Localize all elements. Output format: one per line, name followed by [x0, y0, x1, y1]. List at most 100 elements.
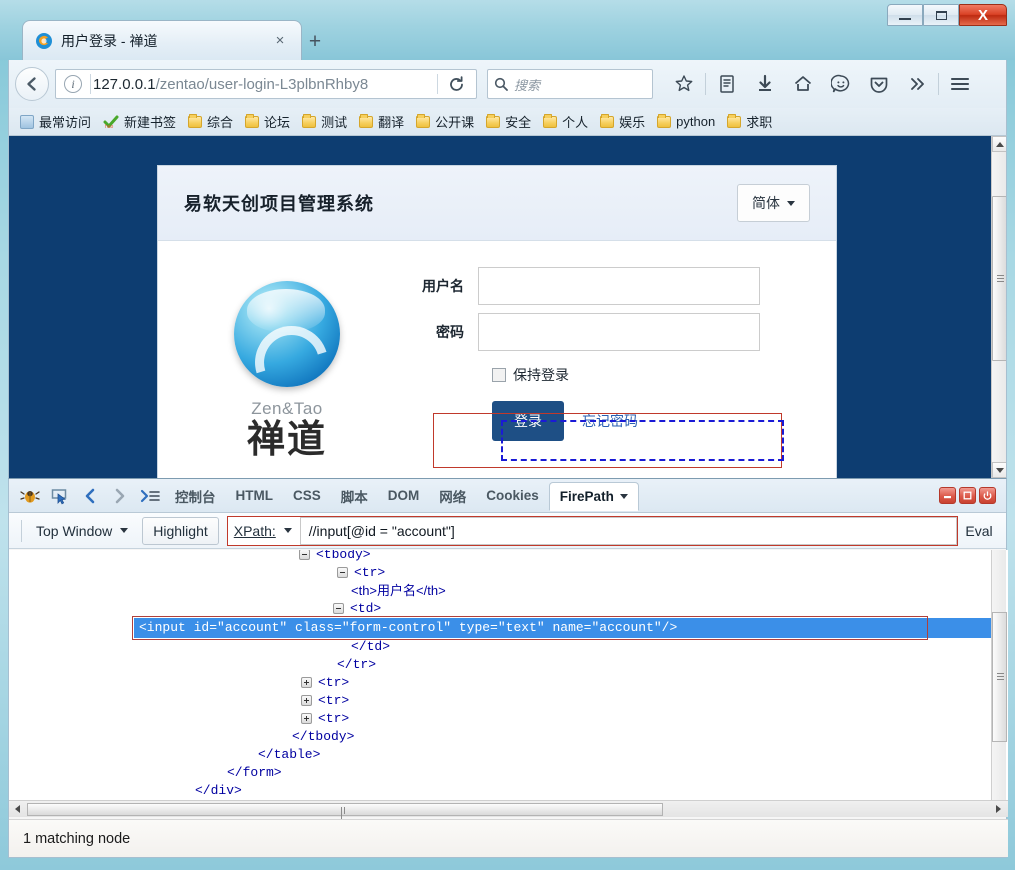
xpath-mode-select[interactable]: XPath: [234, 523, 300, 539]
reload-icon[interactable] [440, 70, 472, 98]
folder-icon [359, 113, 374, 128]
minimize-panel-icon[interactable] [939, 487, 956, 504]
console-prompt-icon[interactable] [135, 482, 165, 510]
new-tab-button[interactable]: + [300, 28, 330, 56]
xpath-expression-group: XPath: //input[@id = "account"] [226, 515, 958, 546]
chevron-down-icon [619, 493, 628, 499]
account-input[interactable] [478, 267, 760, 305]
close-icon[interactable]: × [271, 32, 289, 50]
download-arrow-icon[interactable] [746, 67, 784, 101]
tree-node-tr-3[interactable]: <tr> [301, 692, 349, 710]
language-dropdown[interactable]: 简体 [737, 184, 810, 222]
firebug-bug-icon[interactable] [15, 482, 45, 510]
eval-button[interactable]: Eval [958, 523, 1000, 539]
context-window-select[interactable]: Top Window [28, 523, 136, 539]
bookmark-item-zonghe[interactable]: 综合 [183, 110, 238, 133]
back-button[interactable] [15, 67, 49, 101]
tree-node-tr-close[interactable]: </tr> [337, 656, 376, 674]
tree-node-td-close[interactable]: </td> [351, 638, 390, 656]
tab-network[interactable]: 网络 [429, 480, 476, 512]
tree-node-table-close[interactable]: </table> [258, 746, 320, 764]
bookmark-item-luntan[interactable]: 论坛 [240, 110, 295, 133]
html-tree-view[interactable]: <tbody> <tr> <th>用户名</th> <td> <input id… [9, 550, 1008, 812]
keep-login-checkbox[interactable] [492, 368, 506, 382]
bookmark-item-fanyi[interactable]: 翻译 [354, 110, 409, 133]
page-vertical-scrollbar[interactable] [991, 136, 1006, 478]
password-input[interactable] [478, 313, 760, 351]
tree-node-th[interactable]: <th>用户名</th> [351, 582, 446, 600]
scroll-left-button[interactable] [9, 802, 25, 817]
chevron-double-right-icon[interactable] [898, 67, 936, 101]
reader-list-icon[interactable] [708, 67, 746, 101]
scrollbar-thumb[interactable] [992, 612, 1007, 742]
tab-dom[interactable]: DOM [378, 482, 430, 509]
bookmark-item-most-visited[interactable]: 最常访问 [15, 110, 96, 133]
tab-console[interactable]: 控制台 [165, 480, 226, 512]
maximize-glyph-icon [935, 10, 947, 20]
bookmark-item-new-bookmark[interactable]: hao 新建书签 [98, 110, 181, 133]
bookmark-label: 测试 [321, 115, 348, 130]
tree-vertical-scrollbar[interactable] [991, 550, 1007, 812]
tree-node-tbody-close[interactable]: </tbody> [292, 728, 354, 746]
tree-node-text: <tr> [318, 675, 350, 690]
tree-node-tbody-open[interactable]: <tbody> [299, 550, 371, 564]
scroll-up-button[interactable] [992, 136, 1006, 152]
tree-node-tr-4[interactable]: <tr> [301, 710, 349, 728]
scroll-down-button[interactable] [992, 462, 1006, 478]
tree-node-tr-2[interactable]: <tr> [301, 674, 349, 692]
keep-login-row[interactable]: 保持登录 [492, 365, 806, 385]
bookmark-item-python[interactable]: python [652, 112, 720, 131]
tab-firepath[interactable]: FirePath [548, 481, 639, 511]
tree-node-tr-open[interactable]: <tr> [337, 564, 385, 582]
pocket-icon[interactable] [860, 67, 898, 101]
twisty-collapse-icon[interactable] [333, 603, 344, 615]
inspect-element-icon[interactable] [45, 482, 75, 510]
tab-script[interactable]: 脚本 [331, 480, 378, 512]
navigation-toolbar: i 127.0.0.1/zentao/user-login-L3plbnRhby… [8, 60, 1007, 108]
twisty-expand-icon[interactable] [301, 695, 312, 707]
bookmark-item-ceshi[interactable]: 测试 [297, 110, 352, 133]
selected-node-row[interactable]: <input id="account" class="form-control"… [134, 618, 992, 638]
twisty-expand-icon[interactable] [301, 713, 312, 725]
bookmark-item-qiuzhi[interactable]: 求职 [722, 110, 777, 133]
address-bar[interactable]: i 127.0.0.1/zentao/user-login-L3plbnRhby… [55, 69, 477, 99]
scroll-right-button[interactable] [990, 802, 1006, 817]
twisty-collapse-icon[interactable] [337, 567, 348, 579]
smiley-icon[interactable] [822, 67, 860, 101]
tree-node-div-close[interactable]: </div> [195, 782, 242, 800]
twisty-expand-icon[interactable] [301, 677, 312, 689]
twisty-collapse-icon[interactable] [299, 550, 310, 561]
hscroll-thumb[interactable] [27, 802, 663, 821]
tree-node-td-open[interactable]: <td> [333, 600, 381, 618]
xpath-input[interactable]: //input[@id = "account"] [299, 516, 957, 545]
home-icon[interactable] [784, 67, 822, 101]
search-bar[interactable]: 搜索 [487, 69, 653, 99]
tab-firepath-label: FirePath [559, 488, 614, 504]
url-divider-2 [437, 74, 438, 94]
tree-node-form-close[interactable]: </form> [227, 764, 282, 782]
tab-html[interactable]: HTML [226, 482, 284, 509]
scrollbar-thumb[interactable] [992, 196, 1006, 361]
chevron-down-icon [120, 528, 129, 533]
login-form: 用户名 密码 保持登录 登录 忘记密码 [416, 267, 836, 461]
bookmark-item-gongkaike[interactable]: 公开课 [411, 110, 479, 133]
tab-css[interactable]: CSS [283, 482, 331, 509]
bookmark-item-geren[interactable]: 个人 [538, 110, 593, 133]
nav-back-icon[interactable] [75, 482, 105, 510]
forgot-password-link[interactable]: 忘记密码 [582, 411, 638, 431]
tree-node-text: </tbody> [292, 729, 355, 744]
browser-tab[interactable]: 用户登录 - 禅道 × [22, 20, 302, 60]
bookmark-item-anquan[interactable]: 安全 [481, 110, 536, 133]
highlight-button[interactable]: Highlight [142, 516, 219, 545]
login-button[interactable]: 登录 [492, 401, 564, 441]
bookmark-item-yule[interactable]: 娱乐 [595, 110, 650, 133]
site-info-icon[interactable]: i [64, 75, 82, 93]
detach-panel-icon[interactable] [959, 487, 976, 504]
tree-horizontal-scrollbar[interactable] [9, 800, 1008, 821]
triangle-left-icon [14, 805, 20, 813]
nav-forward-icon[interactable] [105, 482, 135, 510]
tab-cookies[interactable]: Cookies [476, 482, 549, 509]
close-panel-icon[interactable] [979, 487, 996, 504]
hamburger-menu-icon[interactable] [941, 67, 979, 101]
star-icon[interactable] [665, 67, 703, 101]
